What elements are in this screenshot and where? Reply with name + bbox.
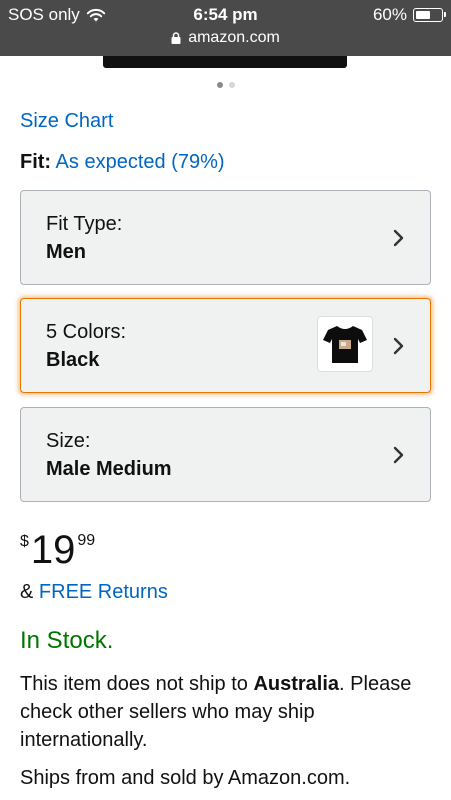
- price-whole: 19: [30, 528, 76, 572]
- price-currency: $: [20, 533, 29, 550]
- sold-by-text: Ships from and sold by Amazon.com.: [20, 767, 351, 789]
- lock-icon: [171, 32, 181, 44]
- pager-dot-active[interactable]: [216, 82, 223, 88]
- pager-dot[interactable]: [228, 82, 235, 88]
- chevron-right-icon: [393, 337, 404, 355]
- url-text: amazon.com: [188, 29, 280, 46]
- color-thumbnail[interactable]: [317, 316, 373, 372]
- product-image[interactable]: [103, 56, 347, 68]
- status-right: 60%: [372, 5, 446, 25]
- selector-label: 5 Colors:: [46, 321, 127, 343]
- shipping-country: Australia: [253, 673, 340, 695]
- fit-type-selector[interactable]: Fit Type: Men: [20, 190, 431, 285]
- selector-label: Fit Type:: [46, 213, 123, 235]
- battery-icon: [413, 8, 446, 22]
- selector-value: Male Medium: [46, 458, 172, 480]
- fit-rating: Fit: As expected (79%): [20, 151, 225, 174]
- shipping-text-pre: This item does not ship to: [20, 673, 254, 695]
- price: $ 19 99: [20, 528, 95, 572]
- status-bar: SOS only 6:54 pm 60% amazon.com: [0, 0, 451, 56]
- selector-value: Men: [46, 241, 86, 263]
- returns-prefix: &: [20, 581, 34, 603]
- chevron-right-icon: [393, 229, 404, 247]
- battery-percent: 60%: [372, 5, 407, 24]
- color-selector[interactable]: 5 Colors: Black: [20, 298, 431, 393]
- fit-value-link[interactable]: As expected (79%): [56, 151, 225, 173]
- shipping-notice: This item does not ship to Australia. Pl…: [20, 670, 430, 754]
- chevron-right-icon: [393, 446, 404, 464]
- battery-level-fill: [415, 10, 430, 19]
- stock-status: In Stock.: [20, 627, 114, 654]
- selector-label: Size:: [46, 430, 91, 452]
- fit-label: Fit:: [20, 151, 52, 173]
- size-selector[interactable]: Size: Male Medium: [20, 407, 431, 502]
- size-chart-link[interactable]: Size Chart: [20, 110, 113, 133]
- black-tshirt-icon: [323, 326, 367, 363]
- price-fraction: 99: [77, 532, 96, 549]
- url-bar[interactable]: amazon.com: [0, 29, 451, 47]
- returns-info: & FREE Returns: [20, 581, 168, 604]
- selector-value: Black: [46, 349, 100, 371]
- image-pager[interactable]: [0, 82, 451, 88]
- free-returns-link[interactable]: FREE Returns: [39, 581, 168, 603]
